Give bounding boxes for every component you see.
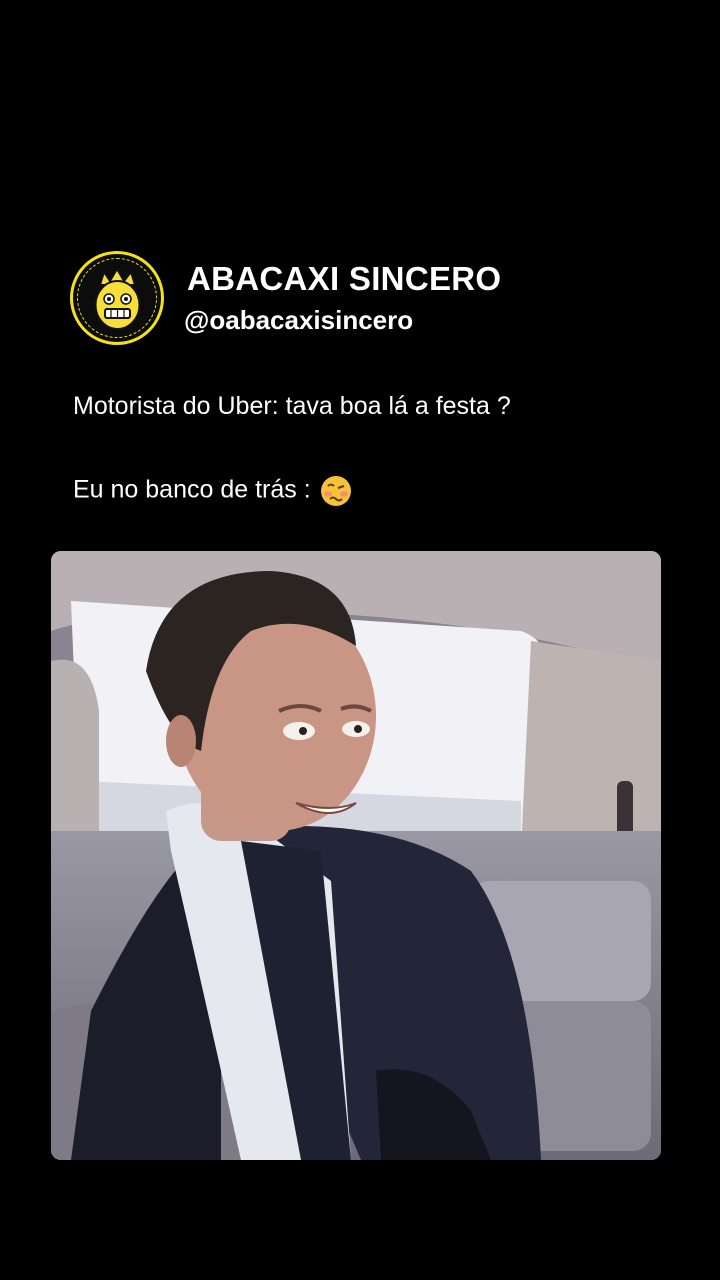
- profile-avatar[interactable]: [70, 251, 164, 345]
- post-line-2-text: Eu no banco de trás :: [73, 475, 311, 504]
- post-line-1: Motorista do Uber: tava boa lá a festa ?: [73, 392, 511, 420]
- pineapple-face-icon: [94, 267, 141, 330]
- post-line-2: Eu no banco de trás :: [73, 475, 352, 507]
- post-video[interactable]: [51, 551, 661, 1160]
- video-frame-illustration: [51, 551, 661, 1160]
- account-name[interactable]: ABACAXI SINCERO: [187, 260, 501, 298]
- account-handle[interactable]: @oabacaxisincero: [184, 305, 413, 336]
- woozy-face-icon: [320, 476, 351, 506]
